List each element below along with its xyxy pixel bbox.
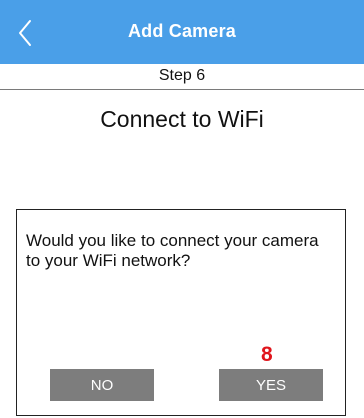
divider — [0, 89, 364, 90]
no-button[interactable]: NO — [50, 369, 154, 401]
step-label: Step 6 — [158, 67, 206, 84]
yes-button[interactable]: YES — [219, 369, 323, 401]
wifi-connect-dialog: Would you like to connect your camera to… — [16, 209, 346, 416]
navigation-bar: Add Camera — [0, 0, 364, 64]
nav-title: Add Camera — [127, 21, 237, 41]
add-camera-screen: Add Camera Step 6 Connect to WiFi Would … — [0, 0, 364, 418]
dialog-message: Would you like to connect your camera to… — [26, 231, 319, 270]
step-annotation-number: 8 — [261, 343, 273, 366]
page-title: Connect to WiFi — [100, 106, 264, 132]
